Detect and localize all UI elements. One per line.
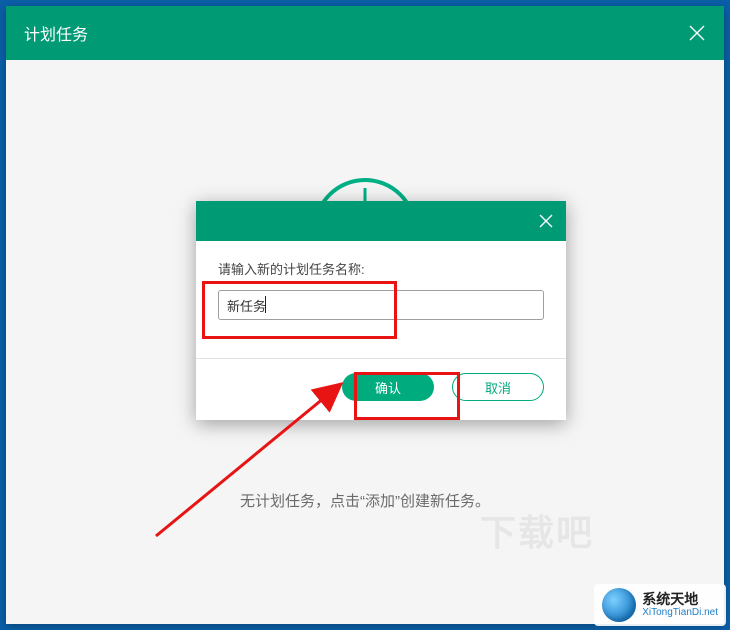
text-caret	[265, 296, 266, 313]
empty-state-text: 无计划任务，点击“添加”创建新任务。	[240, 490, 490, 511]
globe-icon	[602, 588, 636, 622]
watermark-text: 下载吧	[480, 504, 594, 556]
cancel-button[interactable]: 取消	[452, 373, 544, 401]
titlebar: 计划任务	[6, 6, 724, 60]
window-title: 计划任务	[24, 21, 88, 45]
brand-name: 系统天地	[642, 592, 718, 607]
dialog-label: 请输入新的计划任务名称:	[218, 259, 544, 278]
dialog-footer: 确认 取消	[196, 359, 566, 401]
confirm-button[interactable]: 确认	[342, 373, 434, 401]
brand-watermark: 系统天地 XiTongTianDi.net	[594, 584, 726, 626]
dialog-body: 请输入新的计划任务名称:	[196, 241, 566, 320]
dialog-header	[196, 201, 566, 241]
brand-url: XiTongTianDi.net	[642, 607, 718, 618]
task-name-input[interactable]	[218, 290, 544, 320]
dialog-close-icon[interactable]	[538, 213, 554, 229]
main-window: 计划任务 下载吧 无计划任务，点击“添加”创建新任务。 请输入新的计划任务名称:	[6, 6, 724, 624]
brand-text: 系统天地 XiTongTianDi.net	[642, 592, 718, 618]
rename-dialog: 请输入新的计划任务名称: 确认 取消	[196, 201, 566, 420]
close-icon[interactable]	[688, 24, 706, 42]
task-name-field-wrap	[218, 290, 544, 320]
